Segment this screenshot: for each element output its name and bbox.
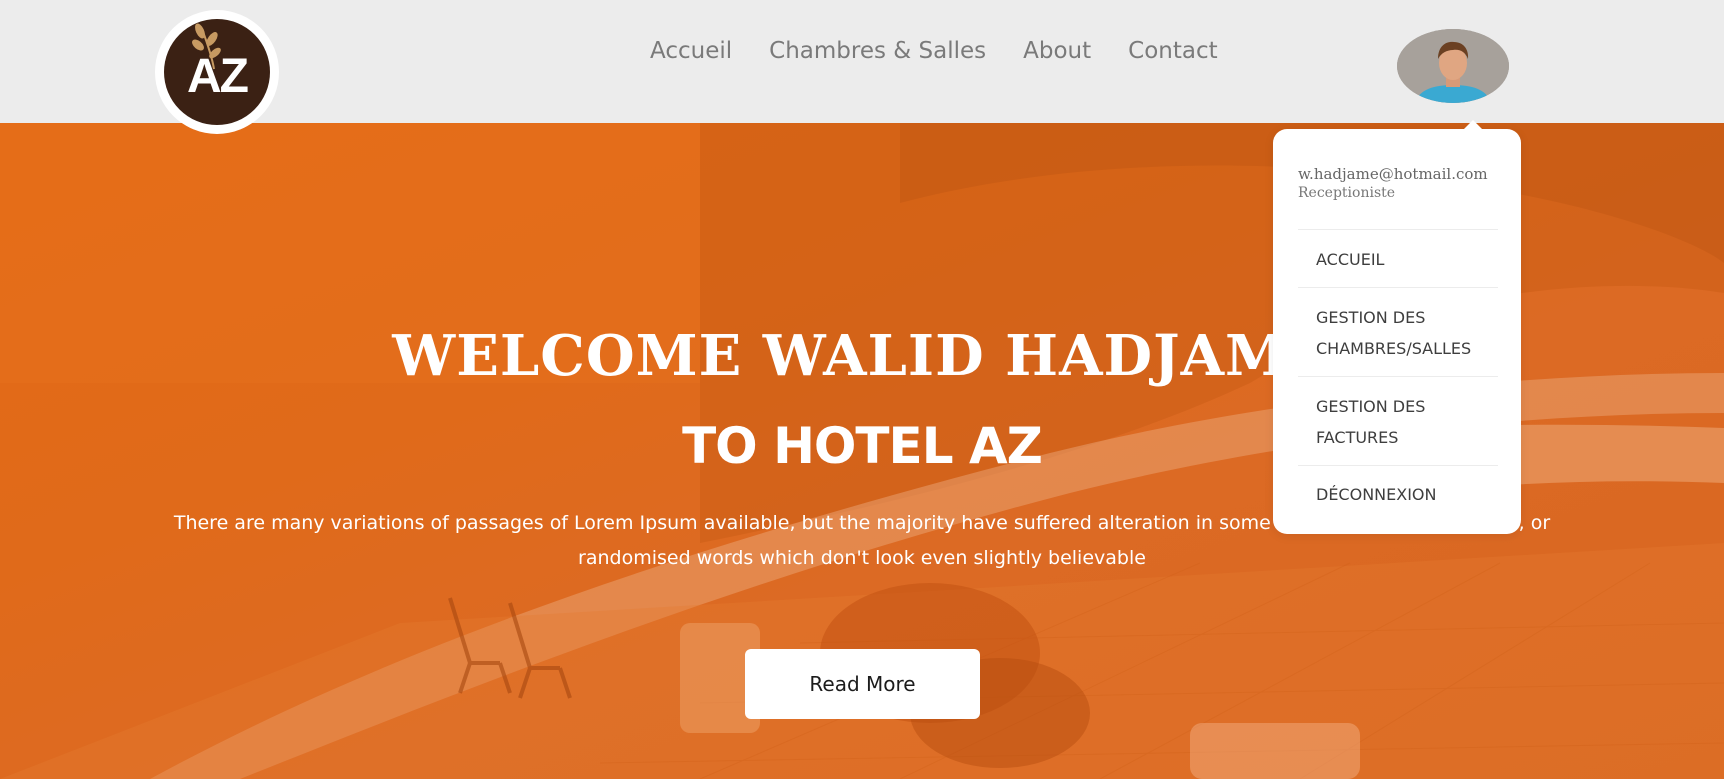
menu-item-gestion-factures[interactable]: GESTION DES FACTURES [1316, 391, 1506, 453]
hotel-logo[interactable]: AZ [155, 10, 279, 134]
menu-item-gestion-chambres-salles[interactable]: GESTION DES CHAMBRES/SALLES [1316, 302, 1506, 364]
menu-item-accueil[interactable]: ACCUEIL [1316, 244, 1506, 275]
menu-item-deconnexion[interactable]: DÉCONNEXION [1316, 479, 1506, 510]
menu-divider [1298, 287, 1498, 288]
nav-link-accueil[interactable]: Accueil [650, 38, 732, 64]
menu-divider [1298, 465, 1498, 466]
read-more-button[interactable]: Read More [745, 649, 980, 719]
menu-divider [1298, 376, 1498, 377]
nav-link-about[interactable]: About [1023, 38, 1091, 64]
user-role: Receptioniste [1298, 185, 1396, 201]
nav-link-contact[interactable]: Contact [1128, 38, 1217, 64]
olive-branch-icon [192, 23, 221, 70]
logo-badge: AZ [164, 19, 270, 125]
user-avatar-photo-icon [1397, 29, 1509, 103]
user-dropdown-menu: w.hadjame@hotmail.com Receptioniste ACCU… [1273, 120, 1521, 534]
nav-link-chambres-salles[interactable]: Chambres & Salles [769, 38, 986, 64]
page: WELCOME WALID HADJAME TO HOTEL AZ There … [0, 0, 1724, 779]
user-avatar[interactable] [1397, 29, 1509, 103]
menu-divider [1298, 229, 1498, 230]
user-email: w.hadjame@hotmail.com [1298, 165, 1488, 183]
dropdown-caret [1463, 120, 1483, 130]
main-nav: Accueil Chambres & Salles About Contact [650, 38, 1218, 64]
